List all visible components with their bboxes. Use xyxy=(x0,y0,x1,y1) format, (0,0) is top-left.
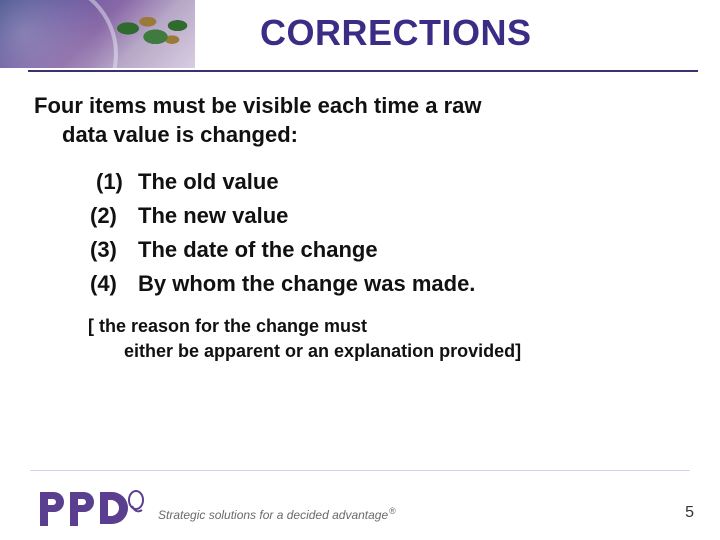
list-item-text: The old value xyxy=(138,165,279,199)
logo-tagline: Strategic solutions for a decided advant… xyxy=(158,506,396,528)
slide-body: Four items must be visible each time a r… xyxy=(0,92,720,364)
footnote-line-2: either be apparent or an explanation pro… xyxy=(88,339,690,364)
slide-title: CORRECTIONS xyxy=(260,12,532,54)
ppd-logo-icon xyxy=(36,490,146,528)
lead-line-1: Four items must be visible each time a r… xyxy=(34,93,482,118)
list-item-number: (4) xyxy=(90,267,138,301)
registered-mark: ® xyxy=(388,506,396,516)
footer-rule xyxy=(30,470,690,471)
list-item-number: (3) xyxy=(90,233,138,267)
footer: Strategic solutions for a decided advant… xyxy=(0,470,720,540)
company-logo: Strategic solutions for a decided advant… xyxy=(36,490,396,528)
footnote-line-1: [ the reason for the change must xyxy=(88,316,367,336)
list-item: (4) By whom the change was made. xyxy=(90,267,690,301)
numbered-list: (1) The old value (2) The new value (3) … xyxy=(30,165,690,301)
lead-line-2: data value is changed: xyxy=(34,121,690,150)
list-item: (3) The date of the change xyxy=(90,233,690,267)
header: CORRECTIONS xyxy=(0,0,720,72)
header-decorative-image xyxy=(0,0,195,68)
title-underline xyxy=(28,70,698,72)
slide: CORRECTIONS Four items must be visible e… xyxy=(0,0,720,540)
list-item-number: (2) xyxy=(90,199,138,233)
list-item-text: The new value xyxy=(138,199,288,233)
list-item: (1) The old value xyxy=(90,165,690,199)
tagline-text: Strategic solutions for a decided advant… xyxy=(158,508,388,522)
page-number: 5 xyxy=(685,504,694,522)
footnote: [ the reason for the change must either … xyxy=(30,314,690,364)
list-item-text: By whom the change was made. xyxy=(138,267,475,301)
lead-paragraph: Four items must be visible each time a r… xyxy=(30,92,690,149)
list-item-number: (1) xyxy=(90,165,138,199)
list-item-text: The date of the change xyxy=(138,233,378,267)
list-item: (2) The new value xyxy=(90,199,690,233)
